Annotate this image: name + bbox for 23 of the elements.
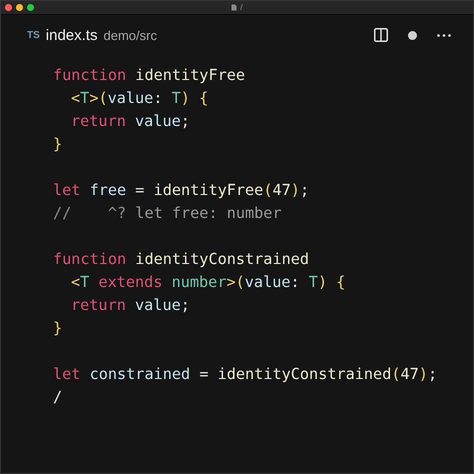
code-line: <T>(value: T) { <box>70 88 210 109</box>
minimize-button[interactable] <box>16 4 23 11</box>
code-line: let free = identityFree(47); <box>53 180 310 201</box>
code-line: function identityConstrained <box>53 249 310 270</box>
code-line: // ^? let free: number <box>53 203 283 224</box>
close-button[interactable] <box>5 4 12 11</box>
code-line: let constrained = identityConstrained(47); <box>53 364 438 385</box>
code-line: } <box>53 318 64 339</box>
split-editor-icon[interactable] <box>374 28 388 42</box>
window-title: / <box>240 3 243 12</box>
typescript-icon: TS <box>27 30 40 40</box>
code-line: / <box>53 387 64 408</box>
code-line: return value; <box>70 111 191 132</box>
file-tab[interactable]: index.ts <box>46 26 98 44</box>
code-line: return value; <box>70 295 191 316</box>
code-line: <T extends number>(value: T) { <box>70 272 346 293</box>
document-icon <box>231 4 238 11</box>
unsaved-dot-icon[interactable] <box>408 30 417 40</box>
maximize-button[interactable] <box>27 4 34 11</box>
file-path: demo/src <box>103 28 157 42</box>
code-line: } <box>53 134 64 155</box>
more-icon[interactable] <box>437 34 451 36</box>
code-line: function identityFree <box>53 65 246 86</box>
